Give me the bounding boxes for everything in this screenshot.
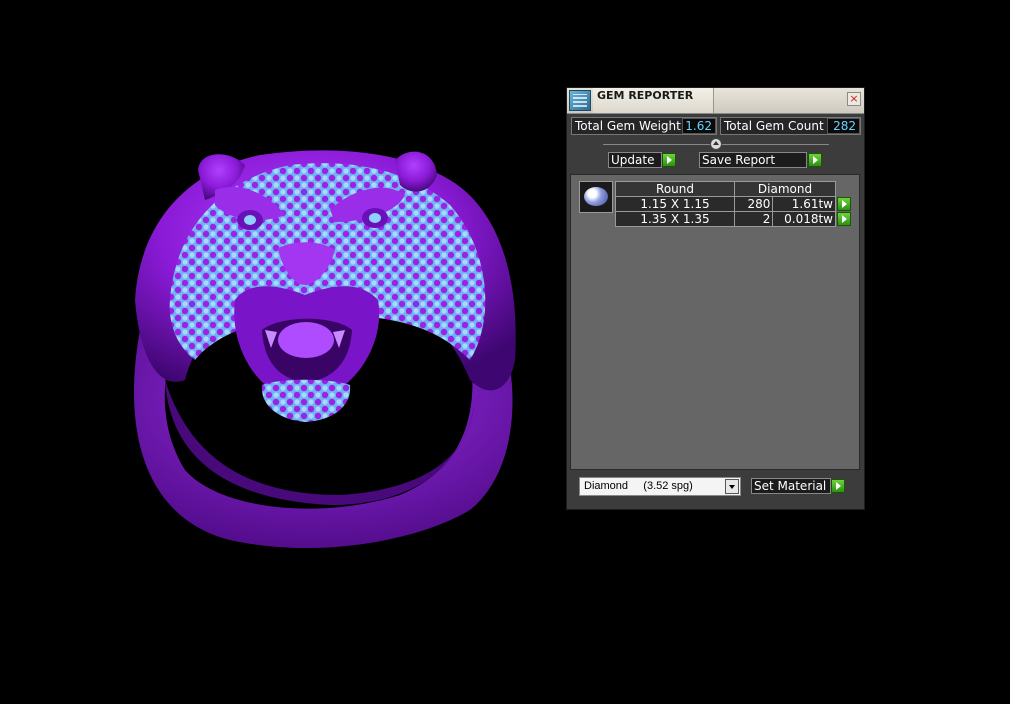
- shape-header: Round: [615, 181, 735, 197]
- gem-reporter-panel: GEM REPORTER × Total Gem Weight 1.62 Tot…: [566, 87, 865, 510]
- total-gem-count-value: 282: [827, 118, 860, 134]
- table-row[interactable]: 1.35 X 1.35 2 0.018tw: [615, 211, 852, 227]
- gem-count: 2: [733, 211, 774, 227]
- chevron-down-icon[interactable]: [725, 479, 739, 494]
- gem-weight: 1.61tw: [772, 196, 836, 212]
- close-icon[interactable]: ×: [847, 92, 861, 106]
- gem-size: 1.35 X 1.35: [615, 211, 735, 227]
- gem-weight: 0.018tw: [772, 211, 836, 227]
- gem-reporter-app-icon: [569, 90, 591, 111]
- total-gem-weight-value: 1.62: [682, 118, 716, 134]
- title-bar[interactable]: GEM REPORTER ×: [567, 88, 864, 114]
- material-select[interactable]: Diamond (3.52 spg): [579, 477, 741, 496]
- gem-count: 280: [733, 196, 774, 212]
- gem-table-header: Round Diamond: [615, 181, 852, 197]
- material-header: Diamond: [734, 181, 836, 197]
- gem-table: Round Diamond 1.15 X 1.15 280 1.61tw 1.3…: [615, 181, 852, 227]
- gem-stone-icon: [584, 187, 608, 206]
- material-select-value: Diamond (3.52 spg): [584, 480, 693, 492]
- set-material-go-icon[interactable]: [831, 479, 845, 493]
- material-controls: Diamond (3.52 spg) Set Material: [579, 477, 859, 497]
- set-material-button[interactable]: Set Material: [751, 478, 831, 494]
- table-row[interactable]: 1.15 X 1.15 280 1.61tw: [615, 196, 852, 212]
- update-go-icon[interactable]: [662, 153, 676, 167]
- row-go-icon[interactable]: [837, 212, 851, 226]
- slider-handle[interactable]: [710, 138, 722, 150]
- gem-size: 1.15 X 1.15: [615, 196, 735, 212]
- save-report-go-icon[interactable]: [808, 153, 822, 167]
- panel-title: GEM REPORTER: [597, 89, 694, 102]
- gem-list: Round Diamond 1.15 X 1.15 280 1.61tw 1.3…: [570, 174, 860, 470]
- update-button[interactable]: Update: [608, 152, 662, 168]
- row-go-icon[interactable]: [837, 197, 851, 211]
- save-report-button[interactable]: Save Report: [699, 152, 807, 168]
- round-gem-icon[interactable]: [579, 181, 613, 213]
- gem-totals: Total Gem Weight 1.62 Total Gem Count 28…: [571, 117, 861, 135]
